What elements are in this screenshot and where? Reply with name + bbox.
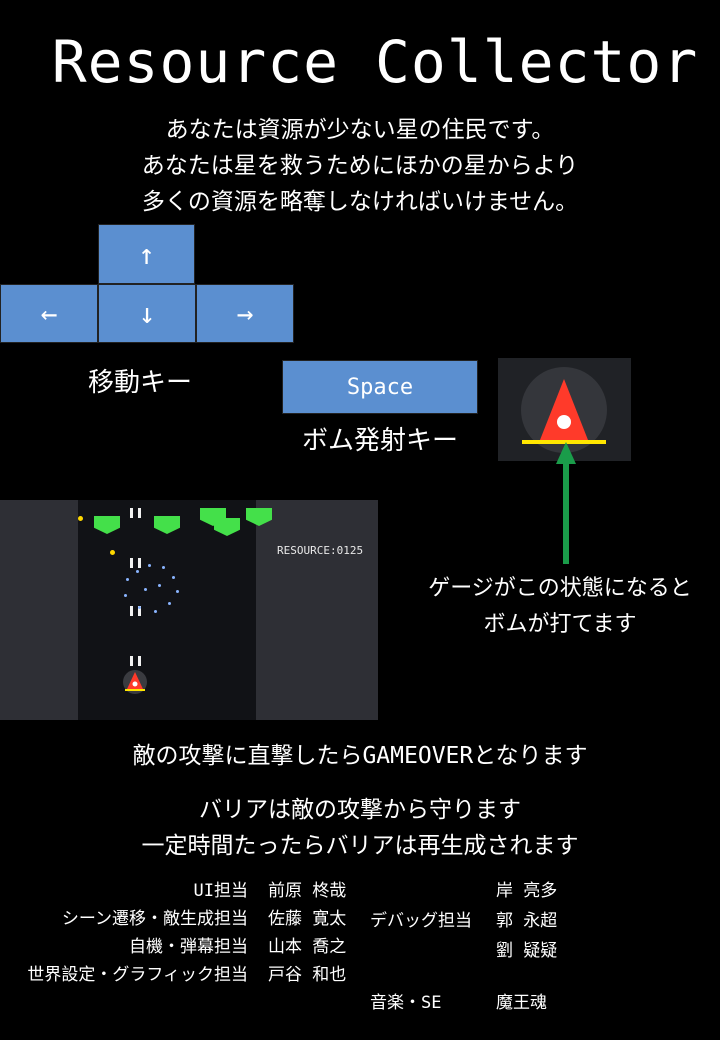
explosion-spark: [148, 564, 151, 567]
barrier-note-line-2: 一定時間たったらバリアは再生成されます: [141, 833, 579, 859]
music-name: 魔王魂: [496, 993, 547, 1013]
gameplay-preview: RESOURCE:0125: [0, 500, 378, 720]
explosion-spark: [144, 588, 147, 591]
player-bullet: [130, 606, 133, 616]
intro-line-2: あなたは星を救うためにほかの星からより: [141, 153, 579, 179]
explosion-spark: [158, 584, 161, 587]
up-arrow-key[interactable]: ↑: [98, 224, 195, 284]
enemy-ship: [94, 516, 120, 534]
credit-name: 戸谷 和也: [268, 965, 347, 985]
gameover-note: 敵の攻撃に直撃したらGAMEOVERとなります: [132, 743, 588, 769]
explosion-spark: [136, 570, 139, 573]
explosion-spark: [162, 566, 165, 569]
credit-role: シーン遷移・敵生成担当: [61, 909, 248, 929]
music-role: 音楽・SE: [370, 993, 442, 1013]
player-bullet: [130, 558, 133, 568]
left-arrow-key[interactable]: ←: [0, 284, 98, 343]
gauge-note-line-1: ゲージがこの状態になると: [428, 576, 692, 601]
player-bullet: [138, 558, 141, 568]
enemy-bullet: [78, 516, 83, 521]
move-keys-label: 移動キー: [88, 368, 193, 398]
gauge-note-line-2: ボムが打てます: [483, 612, 637, 637]
space-key[interactable]: Space: [282, 360, 478, 414]
barrier-note-line-1: バリアは敵の攻撃から守ります: [199, 797, 521, 823]
right-arrow-key[interactable]: →: [196, 284, 294, 343]
explosion-spark: [126, 578, 129, 581]
debug-name: 郭 永超: [496, 911, 558, 931]
credit-name: 佐藤 寛太: [268, 909, 347, 929]
credit-name: 山本 喬之: [268, 937, 347, 957]
intro-line-3: 多くの資源を略奪しなければいけません。: [141, 189, 579, 215]
explosion-spark: [154, 610, 157, 613]
credit-name: 前原 柊哉: [268, 881, 347, 901]
debug-role: デバッグ担当: [370, 911, 472, 931]
enemy-bullet: [110, 550, 115, 555]
credit-role: 世界設定・グラフィック担当: [27, 965, 248, 985]
enemy-ship: [246, 508, 272, 526]
explosion-spark: [168, 602, 171, 605]
player-bullet: [138, 656, 141, 666]
player-bullet: [130, 508, 133, 518]
explosion-spark: [138, 606, 141, 609]
game-title: Resource Collector: [51, 28, 699, 96]
explosion-spark: [176, 590, 179, 593]
credit-role: UI担当: [193, 881, 248, 901]
debug-name: 岸 亮多: [496, 881, 558, 901]
credit-role: 自機・弾幕担当: [129, 937, 248, 957]
down-arrow-key[interactable]: ↓: [98, 284, 196, 343]
debug-name: 劉 疑疑: [496, 941, 558, 961]
player-ship-icon: [123, 670, 147, 694]
player-bullet: [130, 656, 133, 666]
explosion-spark: [124, 594, 127, 597]
play-field: [78, 500, 272, 720]
enemy-ship: [154, 516, 180, 534]
gauge-pointer-arrow-icon: [556, 442, 576, 564]
explosion-spark: [172, 576, 175, 579]
player-bullet: [138, 508, 141, 518]
bomb-key-label: ボム発射キー: [302, 426, 459, 456]
intro-line-1: あなたは資源が少ない星の住民です。: [165, 117, 555, 143]
enemy-ship: [214, 518, 240, 536]
resource-counter: RESOURCE:0125: [277, 544, 364, 557]
